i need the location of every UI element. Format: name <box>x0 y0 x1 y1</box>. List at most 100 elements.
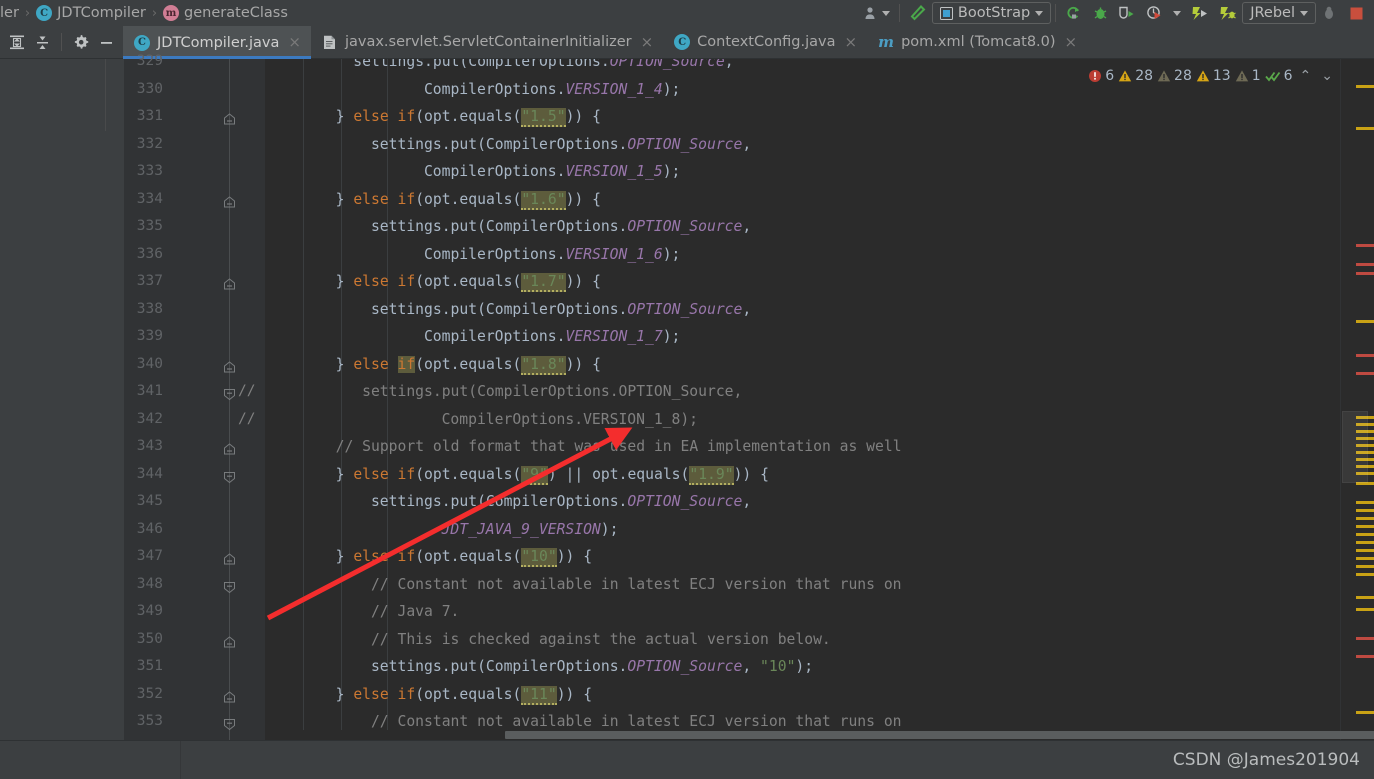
jrebel-selector[interactable]: JRebel <box>1242 2 1316 24</box>
coverage-dropdown[interactable] <box>1168 1 1186 25</box>
code-line[interactable]: settings.put(CompilerOptions.OPTION_Sour… <box>371 301 751 318</box>
rerun-button[interactable] <box>1060 1 1087 25</box>
settings-button[interactable] <box>70 31 92 53</box>
chevron-down-icon[interactable]: ⌄ <box>1318 68 1336 84</box>
stripe-warning-marker[interactable] <box>1356 711 1374 714</box>
code-line[interactable]: // Constant not available in latest ECJ … <box>371 576 902 593</box>
fold-end-icon[interactable] <box>223 553 236 566</box>
fold-start-icon[interactable] <box>223 388 236 401</box>
code-line[interactable]: settings.put(CompilerOptions.OPTION_Sour… <box>362 383 742 400</box>
editor-tab-contextconfig[interactable]: C ContextConfig.java × <box>663 26 868 59</box>
stop-button[interactable] <box>1343 1 1370 25</box>
code-line[interactable]: JDT_JAVA_9_VERSION); <box>442 521 619 538</box>
scrollbar-thumb[interactable] <box>1342 411 1368 483</box>
code-line[interactable]: settings.put(CompilerOptions.OPTION_Sour… <box>371 658 813 675</box>
stripe-warning-marker[interactable] <box>1356 596 1374 599</box>
run-with-coverage-button[interactable] <box>1141 1 1168 25</box>
close-icon[interactable]: × <box>845 34 858 50</box>
stripe-error-marker[interactable] <box>1356 655 1374 658</box>
jrebel-run-button[interactable] <box>1186 1 1214 25</box>
code-line[interactable]: CompilerOptions.VERSION_1_8); <box>442 411 698 428</box>
editor-tab-pomxml[interactable]: m pom.xml (Tomcat8.0) × <box>867 26 1088 59</box>
code-line[interactable]: // Java 7. <box>371 603 459 620</box>
error-stripe[interactable] <box>1340 59 1374 740</box>
code-line[interactable]: CompilerOptions.VERSION_1_4); <box>424 81 680 98</box>
stripe-error-marker[interactable] <box>1356 263 1374 266</box>
fold-end-icon[interactable] <box>223 195 236 209</box>
breadcrumb-item-class[interactable]: JDTCompiler <box>57 5 146 21</box>
fold-end-icon[interactable] <box>223 443 236 456</box>
inspection-errors[interactable]: 6 <box>1088 68 1114 84</box>
inspection-warnings-1[interactable]: 28 <box>1118 68 1153 84</box>
expand-all-button[interactable] <box>6 31 28 53</box>
code-line[interactable]: CompilerOptions.VERSION_1_5); <box>424 163 680 180</box>
code-line[interactable]: } else if(opt.equals("1.8")) { <box>336 355 601 375</box>
stripe-warning-marker[interactable] <box>1356 517 1374 520</box>
inspection-status-widget[interactable]: 6 28 28 13 1 6 ⌃ ⌄ <box>1088 65 1336 87</box>
close-icon[interactable]: × <box>288 35 301 50</box>
stripe-warning-marker[interactable] <box>1356 557 1374 560</box>
collapse-all-button[interactable] <box>31 31 53 53</box>
attach-profiler-button[interactable] <box>1114 1 1141 25</box>
code-line[interactable]: settings.put(CompilerOptions.OPTION_Sour… <box>371 218 751 235</box>
build-button[interactable] <box>904 1 932 25</box>
code-line[interactable]: CompilerOptions.VERSION_1_6); <box>424 246 680 263</box>
code-line[interactable]: // This is checked against the actual ve… <box>371 631 831 648</box>
breadcrumb-prefix[interactable]: ler <box>0 5 19 21</box>
stripe-warning-marker[interactable] <box>1356 509 1374 512</box>
fold-end-icon[interactable] <box>223 113 236 126</box>
jrebel-debug-button[interactable] <box>1214 1 1242 25</box>
stripe-warning-marker[interactable] <box>1356 127 1374 130</box>
stripe-error-marker[interactable] <box>1356 354 1374 357</box>
stripe-error-marker[interactable] <box>1356 372 1374 375</box>
stripe-error-marker[interactable] <box>1356 244 1374 247</box>
debug-button[interactable] <box>1087 1 1114 25</box>
code-line[interactable]: } else if(opt.equals("1.6")) { <box>336 190 601 210</box>
stripe-error-marker[interactable] <box>1356 637 1374 640</box>
code-line[interactable]: } else if(opt.equals("10")) { <box>336 548 592 567</box>
fold-start-icon[interactable] <box>223 718 236 731</box>
close-icon[interactable]: × <box>1065 34 1078 50</box>
code-line[interactable]: settings.put(CompilerOptions.OPTION_Sour… <box>371 493 751 510</box>
close-icon[interactable]: × <box>641 34 654 50</box>
code-surface[interactable]: settings.put(CompilerOptions.OPTION_Sour… <box>265 59 1340 740</box>
code-line[interactable]: settings.put(CompilerOptions.OPTION_Sour… <box>353 59 733 70</box>
stripe-warning-marker[interactable] <box>1356 525 1374 528</box>
ant-build-button[interactable] <box>1316 1 1343 25</box>
stripe-warning-marker[interactable] <box>1356 541 1374 544</box>
stripe-warning-marker[interactable] <box>1356 608 1374 611</box>
inspection-warnings-2[interactable]: 13 <box>1196 68 1231 84</box>
inspection-weak-warnings-1[interactable]: 28 <box>1157 68 1192 84</box>
hide-panel-button[interactable] <box>95 31 117 53</box>
horizontal-scrollbar[interactable] <box>265 730 1374 740</box>
stripe-warning-marker[interactable] <box>1356 549 1374 552</box>
code-line[interactable]: settings.put(CompilerOptions.OPTION_Sour… <box>371 136 751 153</box>
stripe-warning-marker[interactable] <box>1356 573 1374 576</box>
code-line[interactable]: } else if(opt.equals("1.7")) { <box>336 273 601 292</box>
stripe-error-marker[interactable] <box>1356 272 1374 275</box>
editor-gutter[interactable]: 329 330 331 332 333 334 335 336 337 338 339 340 341 /… <box>125 53 265 740</box>
code-line[interactable]: } else if(opt.equals("1.5")) { <box>336 108 601 127</box>
inspection-weak-warnings-2[interactable]: 1 <box>1235 68 1261 84</box>
stripe-warning-marker[interactable] <box>1356 501 1374 504</box>
run-configuration-selector[interactable]: BootStrap <box>931 2 1052 24</box>
inspection-typos[interactable]: 6 <box>1264 68 1293 84</box>
chevron-up-icon[interactable]: ⌃ <box>1297 68 1315 84</box>
code-line[interactable]: // Constant not available in latest ECJ … <box>371 713 902 730</box>
stripe-warning-marker[interactable] <box>1356 533 1374 536</box>
editor-tab-servletcontainerinitializer[interactable]: javax.servlet.ServletContainerInitialize… <box>310 26 664 59</box>
fold-start-icon[interactable] <box>223 471 236 484</box>
horizontal-scrollbar-thumb[interactable] <box>505 731 1374 739</box>
code-line[interactable]: // Support old format that was used in E… <box>336 438 902 455</box>
fold-end-icon[interactable] <box>223 635 236 649</box>
fold-end-icon[interactable] <box>223 360 236 374</box>
stripe-warning-marker[interactable] <box>1356 320 1374 323</box>
code-line[interactable]: } else if(opt.equals("11")) { <box>336 685 592 705</box>
user-button[interactable] <box>858 1 895 25</box>
code-line[interactable]: CompilerOptions.VERSION_1_7); <box>424 328 680 345</box>
fold-end-icon[interactable] <box>223 690 236 704</box>
stripe-warning-marker[interactable] <box>1356 85 1374 88</box>
fold-end-icon[interactable] <box>223 278 236 291</box>
stripe-warning-marker[interactable] <box>1356 565 1374 568</box>
fold-start-icon[interactable] <box>223 581 236 594</box>
